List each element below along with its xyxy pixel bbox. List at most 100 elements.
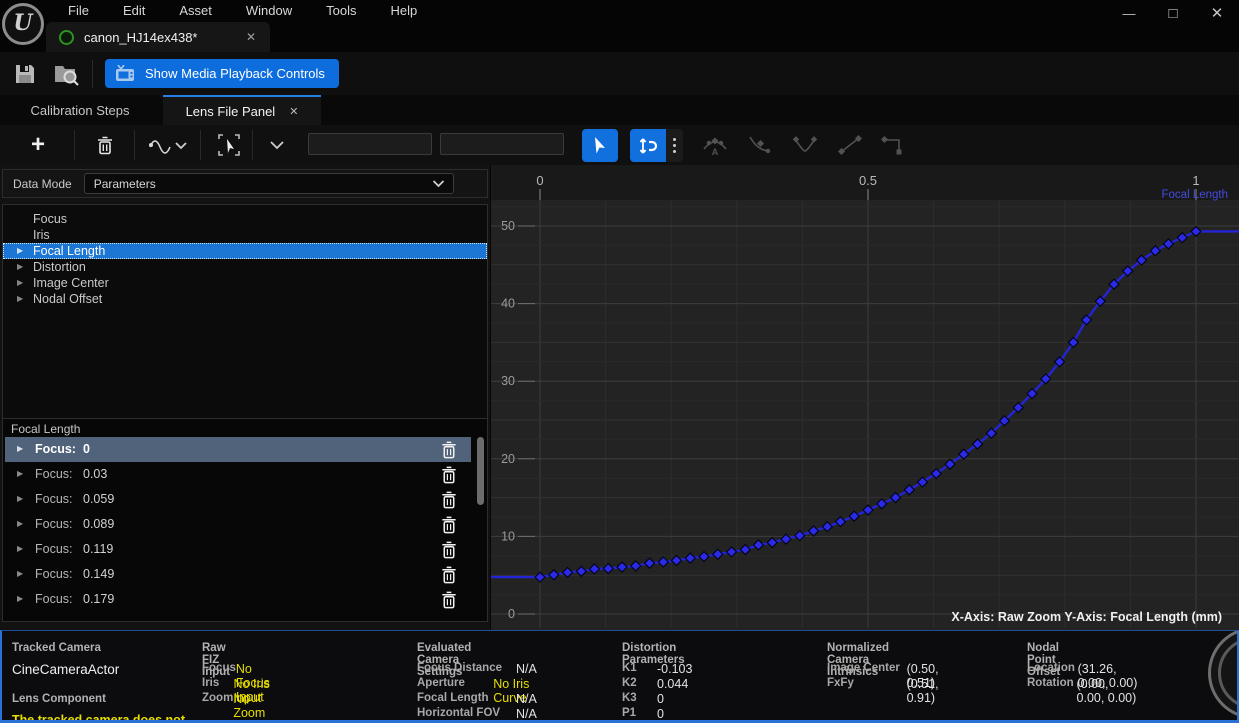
asset-tab[interactable]: canon_HJ14ex438* ✕ [46,22,270,52]
trash-icon [441,566,457,584]
delete-point-button[interactable] [441,516,457,533]
close-icon[interactable]: ✕ [1195,4,1239,22]
expander-triangle-icon[interactable]: ▶ [17,445,23,453]
delete-point-button[interactable] [441,466,457,483]
select-tool-button[interactable] [582,129,618,162]
snap-toggle-button[interactable] [630,129,666,162]
menu-item-asset[interactable]: Asset [167,2,224,19]
toolbar-input-1[interactable] [308,133,432,155]
toolbar-separator [92,60,93,88]
svg-text:0: 0 [536,173,543,188]
main-area: Data Mode Parameters Focus Iris ▶ Focal … [0,165,1239,630]
minimize-icon[interactable]: — [1107,6,1151,21]
linear-tangent-icon [836,133,864,157]
expander-triangle-icon[interactable]: ▶ [17,520,23,528]
parameter-row-iris[interactable]: Iris [3,227,487,243]
toolbar-input-2[interactable] [440,133,564,155]
save-button[interactable] [12,61,38,87]
parameter-row-focal-length[interactable]: ▶ Focal Length [3,243,487,259]
expander-triangle-icon[interactable]: ▶ [17,263,23,271]
tab-calibration-steps[interactable]: Calibration Steps [0,95,160,125]
svg-text:A: A [712,147,719,157]
parameter-row-focus[interactable]: Focus [3,211,487,227]
linear-tangent-button[interactable] [835,132,865,158]
status-row: Focus DistanceN/A [417,662,537,676]
expander-triangle-icon[interactable]: ▶ [17,295,23,303]
curve-view-options-button[interactable] [144,129,192,161]
expander-triangle-icon[interactable]: ▶ [17,279,23,287]
parameter-row-image-center[interactable]: ▶ Image Center [3,275,487,291]
menu-item-window[interactable]: Window [234,2,304,19]
smooth-tangent-icon [746,133,774,157]
focus-point-row[interactable]: ▶ Focus: 0 [5,437,471,462]
delete-point-button[interactable] [441,566,457,583]
focus-point-row[interactable]: ▶ Focus: 0.059 [5,487,471,512]
toolbar-dropdown-button[interactable] [260,129,294,161]
svg-text:10: 10 [501,529,515,543]
lens-component-header: Lens Component [12,693,106,705]
delete-point-button[interactable] [441,441,457,458]
parameter-row-distortion[interactable]: ▶ Distortion [3,259,487,275]
cursor-arrow-icon [592,136,608,156]
delete-point-button[interactable] [90,129,120,161]
focal-length-curve-chart[interactable]: 0102030405000.51Focal LengthX-Axis: Raw … [491,165,1239,630]
data-mode-combobox[interactable]: Parameters [84,173,454,194]
focus-point-row[interactable]: ▶ Focus: 0.089 [5,512,471,537]
trash-icon [441,516,457,534]
data-mode-value: Parameters [94,177,432,191]
auto-tangent-button[interactable]: A [700,132,730,158]
menu-item-help[interactable]: Help [378,2,429,19]
expander-triangle-icon[interactable]: ▶ [17,570,23,578]
focus-point-row[interactable]: ▶ Focus: 0.119 [5,537,471,562]
window-controls: — □ ✕ [1107,0,1239,26]
expander-triangle-icon[interactable]: ▶ [17,247,23,255]
tab-lens-file-panel[interactable]: Lens File Panel ✕ [163,95,321,125]
svg-text:40: 40 [501,297,515,311]
break-tangent-icon [791,133,819,157]
maximize-icon[interactable]: □ [1151,5,1195,22]
delete-point-button[interactable] [441,591,457,608]
browse-to-asset-button[interactable] [52,61,78,87]
expander-triangle-icon[interactable]: ▶ [17,545,23,553]
status-row: K30 [622,692,664,706]
constant-tangent-button[interactable] [878,132,908,158]
curve-editor-toolbar: + [0,125,1239,165]
tv-icon [115,65,137,83]
focus-point-row[interactable]: ▶ Focus: 0.149 [5,562,471,587]
focus-list-scrollbar[interactable] [477,437,484,505]
focus-point-row[interactable]: ▶ Focus: 0.03 [5,462,471,487]
unreal-watermark-logo-icon [1208,630,1239,719]
title-bar: U FileEditAssetWindowToolsHelp — □ ✕ can… [0,0,1239,52]
expander-triangle-icon[interactable]: ▶ [17,470,23,478]
menu-item-edit[interactable]: Edit [111,2,157,19]
asset-tab-label: canon_HJ14ex438* [84,30,246,45]
status-row: FxFy(0.51, 0.91) [827,677,958,705]
focus-point-row[interactable]: ▶ Focus: 0.179 [5,587,471,612]
snap-options-menu-button[interactable] [666,129,683,162]
asset-tab-close-icon[interactable]: ✕ [246,30,256,44]
parameter-row-nodal-offset[interactable]: ▶ Nodal Offset [3,291,487,307]
break-tangent-button[interactable] [790,132,820,158]
snap-settings-group [630,129,683,162]
expander-triangle-icon[interactable]: ▶ [17,495,23,503]
menu-item-file[interactable]: File [56,2,101,19]
status-row: Focal LengthN/A [417,692,537,706]
marquee-select-button[interactable] [212,129,246,161]
svg-text:50: 50 [501,219,515,233]
expander-triangle-icon[interactable]: ▶ [17,595,23,603]
trash-icon [441,466,457,484]
svg-text:20: 20 [501,452,515,466]
delete-point-button[interactable] [441,491,457,508]
tab-close-icon[interactable]: ✕ [289,105,298,118]
chevron-down-icon [432,180,445,188]
show-media-playback-controls-button[interactable]: Show Media Playback Controls [105,59,339,88]
focal-length-point-list: Focal Length ▶ Focus: 0 ▶ Focus: 0.03 ▶ [2,418,488,622]
trash-icon [441,441,457,459]
add-point-button[interactable]: + [22,129,54,161]
smooth-tangent-button[interactable] [745,132,775,158]
status-row: K20.044 [622,677,688,691]
delete-point-button[interactable] [441,541,457,558]
svg-text:Focal Length: Focal Length [1162,189,1229,201]
menu-item-tools[interactable]: Tools [314,2,368,19]
svg-text:X-Axis: Raw Zoom Y-Axis: Foca: X-Axis: Raw Zoom Y-Axis: Focal Length (m… [951,610,1222,624]
